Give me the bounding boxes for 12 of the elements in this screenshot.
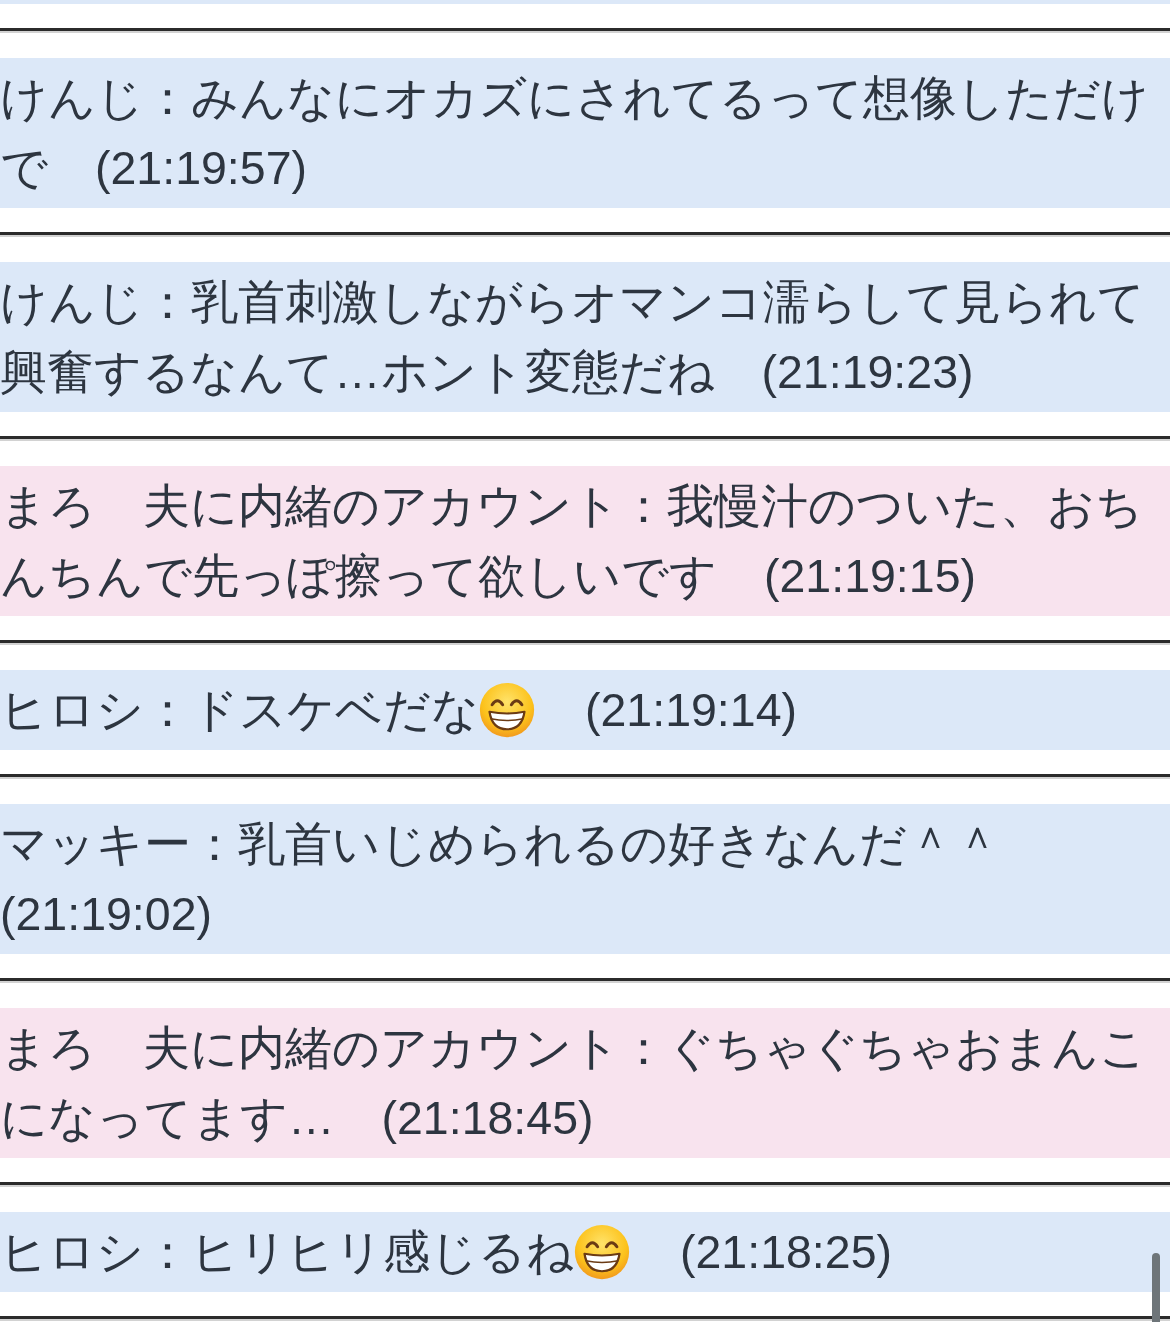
scrollbar-thumb[interactable] <box>1152 1253 1160 1322</box>
message-text: ヒロシ：ヒリヒリ感じるね <box>0 1225 574 1280</box>
grinning-face-icon <box>479 682 535 738</box>
message-text: まろ 夫に内緒のアカウント：ぐちゃぐちゃおまんこになってます… (21:18:45) <box>0 1021 1148 1146</box>
message-text: けんじ：みんなにオカズにされてるって想像しただけで (21:19:57) <box>0 71 1150 196</box>
message-text: まろ 夫に内緒のアカウント：我慢汁のついた、おちんちんで先っぽ擦って欲しいです (21:19:15) <box>0 479 1144 604</box>
message-text: けんじ：乳首刺激しながらオマンコ濡らして見られて興奮するなんて…ホント変態だね (21:19:23) <box>0 275 1146 400</box>
timestamp: (21:18:25) <box>680 1225 892 1280</box>
timestamp: (21:19:14) <box>585 683 797 738</box>
message-text: ヒロシ：ドスケベだな <box>0 683 479 738</box>
grinning-face-icon <box>574 1224 630 1280</box>
message-text: マッキー：乳首いじめられるの好きなんだ＾＾ (21:19:02) <box>0 817 1002 942</box>
